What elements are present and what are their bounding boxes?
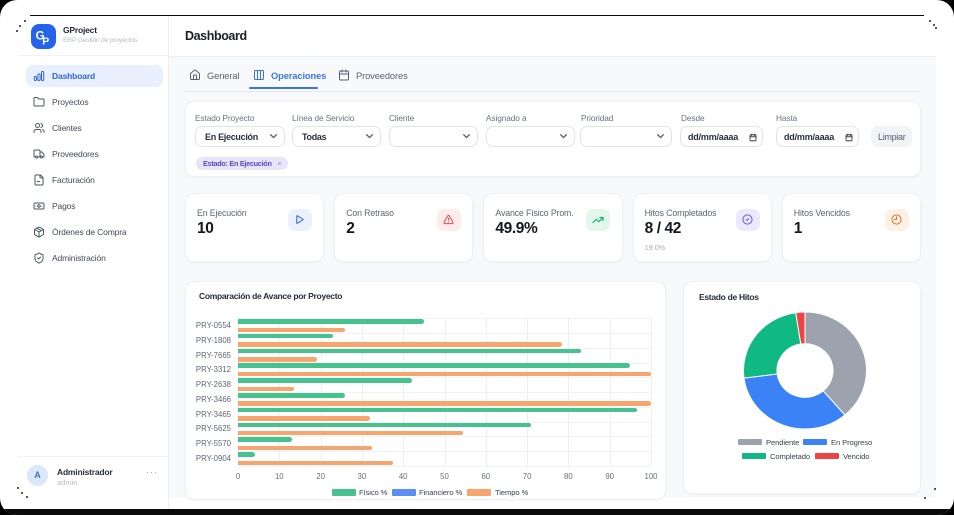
svg-text:P: P	[42, 36, 49, 46]
